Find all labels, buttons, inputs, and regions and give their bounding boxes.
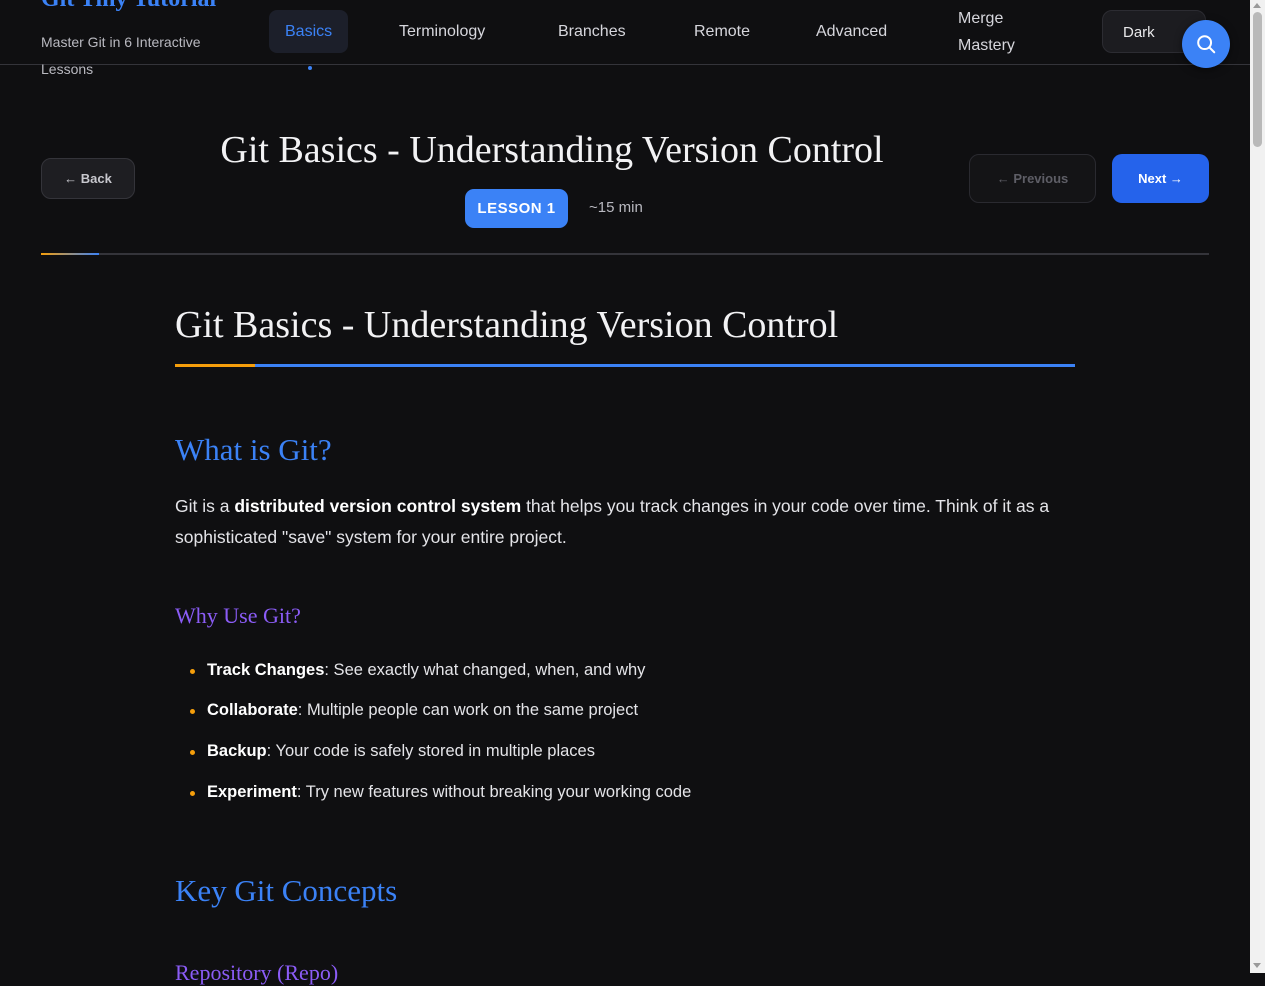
lesson-title: Git Basics - Understanding Version Contr…	[220, 129, 884, 171]
bullet	[190, 669, 195, 674]
search-button[interactable]	[1182, 20, 1230, 68]
next-button[interactable]: Next →	[1112, 154, 1209, 203]
list-item-term: Collaborate	[207, 701, 298, 719]
list-item: Experiment: Try new features without bre…	[190, 783, 692, 802]
nav-tab-branches[interactable]: Branches	[558, 10, 626, 53]
lesson-progress-bar	[41, 253, 1209, 255]
back-button[interactable]: ← Back	[41, 158, 135, 199]
lesson-badge: LESSON 1	[465, 189, 568, 228]
list-item-text: : See exactly what changed, when, and wh…	[324, 661, 646, 679]
bullet	[190, 750, 195, 755]
search-icon	[1197, 35, 1216, 54]
title-underline-accent	[175, 364, 255, 367]
sub-heading-repository: Repository (Repo)	[175, 960, 339, 985]
nav-tab-merge-mastery-line1: Merge	[958, 10, 1004, 27]
title-underline	[175, 364, 1075, 367]
nav-tab-remote[interactable]: Remote	[694, 10, 750, 53]
brand-title[interactable]: Git Tiny Tutorial	[41, 0, 216, 13]
section-heading-key-concepts: Key Git Concepts	[175, 873, 398, 908]
list-item-text: : Try new features without breaking your…	[296, 783, 692, 801]
page-scrollbar[interactable]	[1250, 0, 1265, 973]
nav-tab-merge-mastery-line2: Mastery	[958, 37, 1015, 54]
scroll-down-arrow-icon[interactable]	[1253, 963, 1261, 968]
top-header: Git Tiny Tutorial Master Git in 6 Intera…	[0, 0, 1250, 77]
list-item-term: Track Changes	[207, 661, 325, 679]
sub-heading-why-use-git: Why Use Git?	[175, 603, 301, 628]
section-heading-what-is-git: What is Git?	[175, 432, 332, 467]
nav-tab-advanced[interactable]: Advanced	[816, 10, 887, 53]
intro-text-start: Git is a	[175, 496, 235, 516]
list-item: Collaborate: Multiple people can work on…	[190, 701, 639, 720]
nav-tab-basics[interactable]: Basics	[269, 10, 349, 53]
brand-subtitle: Master Git in 6 Interactive Lessons	[41, 34, 201, 77]
bullet	[190, 791, 195, 796]
list-item: Track Changes: See exactly what changed,…	[190, 661, 646, 680]
intro-paragraph: Git is a distributed version control sys…	[175, 491, 1075, 553]
bullet	[190, 709, 195, 714]
list-item: Backup: Your code is safely stored in mu…	[190, 742, 595, 761]
nav-tab-merge-mastery[interactable]: Merge Mastery	[958, 5, 1015, 59]
list-item-term: Backup	[207, 742, 267, 760]
theme-toggle-label: Dark	[1123, 24, 1155, 41]
list-item-text: : Multiple people can work on the same p…	[297, 701, 639, 719]
lesson-duration: ~15 min	[589, 199, 643, 216]
scrollbar-thumb[interactable]	[1253, 12, 1262, 147]
article-title: Git Basics - Understanding Version Contr…	[175, 304, 839, 346]
previous-button[interactable]: ← Previous	[969, 154, 1096, 203]
intro-text-bold: distributed version control system	[234, 496, 522, 516]
lesson-progress-fill	[41, 253, 100, 255]
nav-tab-terminology[interactable]: Terminology	[399, 10, 485, 53]
list-item-text: : Your code is safely stored in multiple…	[266, 742, 595, 760]
list-item-term: Experiment	[207, 783, 297, 801]
active-tab-indicator	[308, 66, 312, 70]
scroll-up-arrow-icon[interactable]	[1253, 3, 1261, 8]
